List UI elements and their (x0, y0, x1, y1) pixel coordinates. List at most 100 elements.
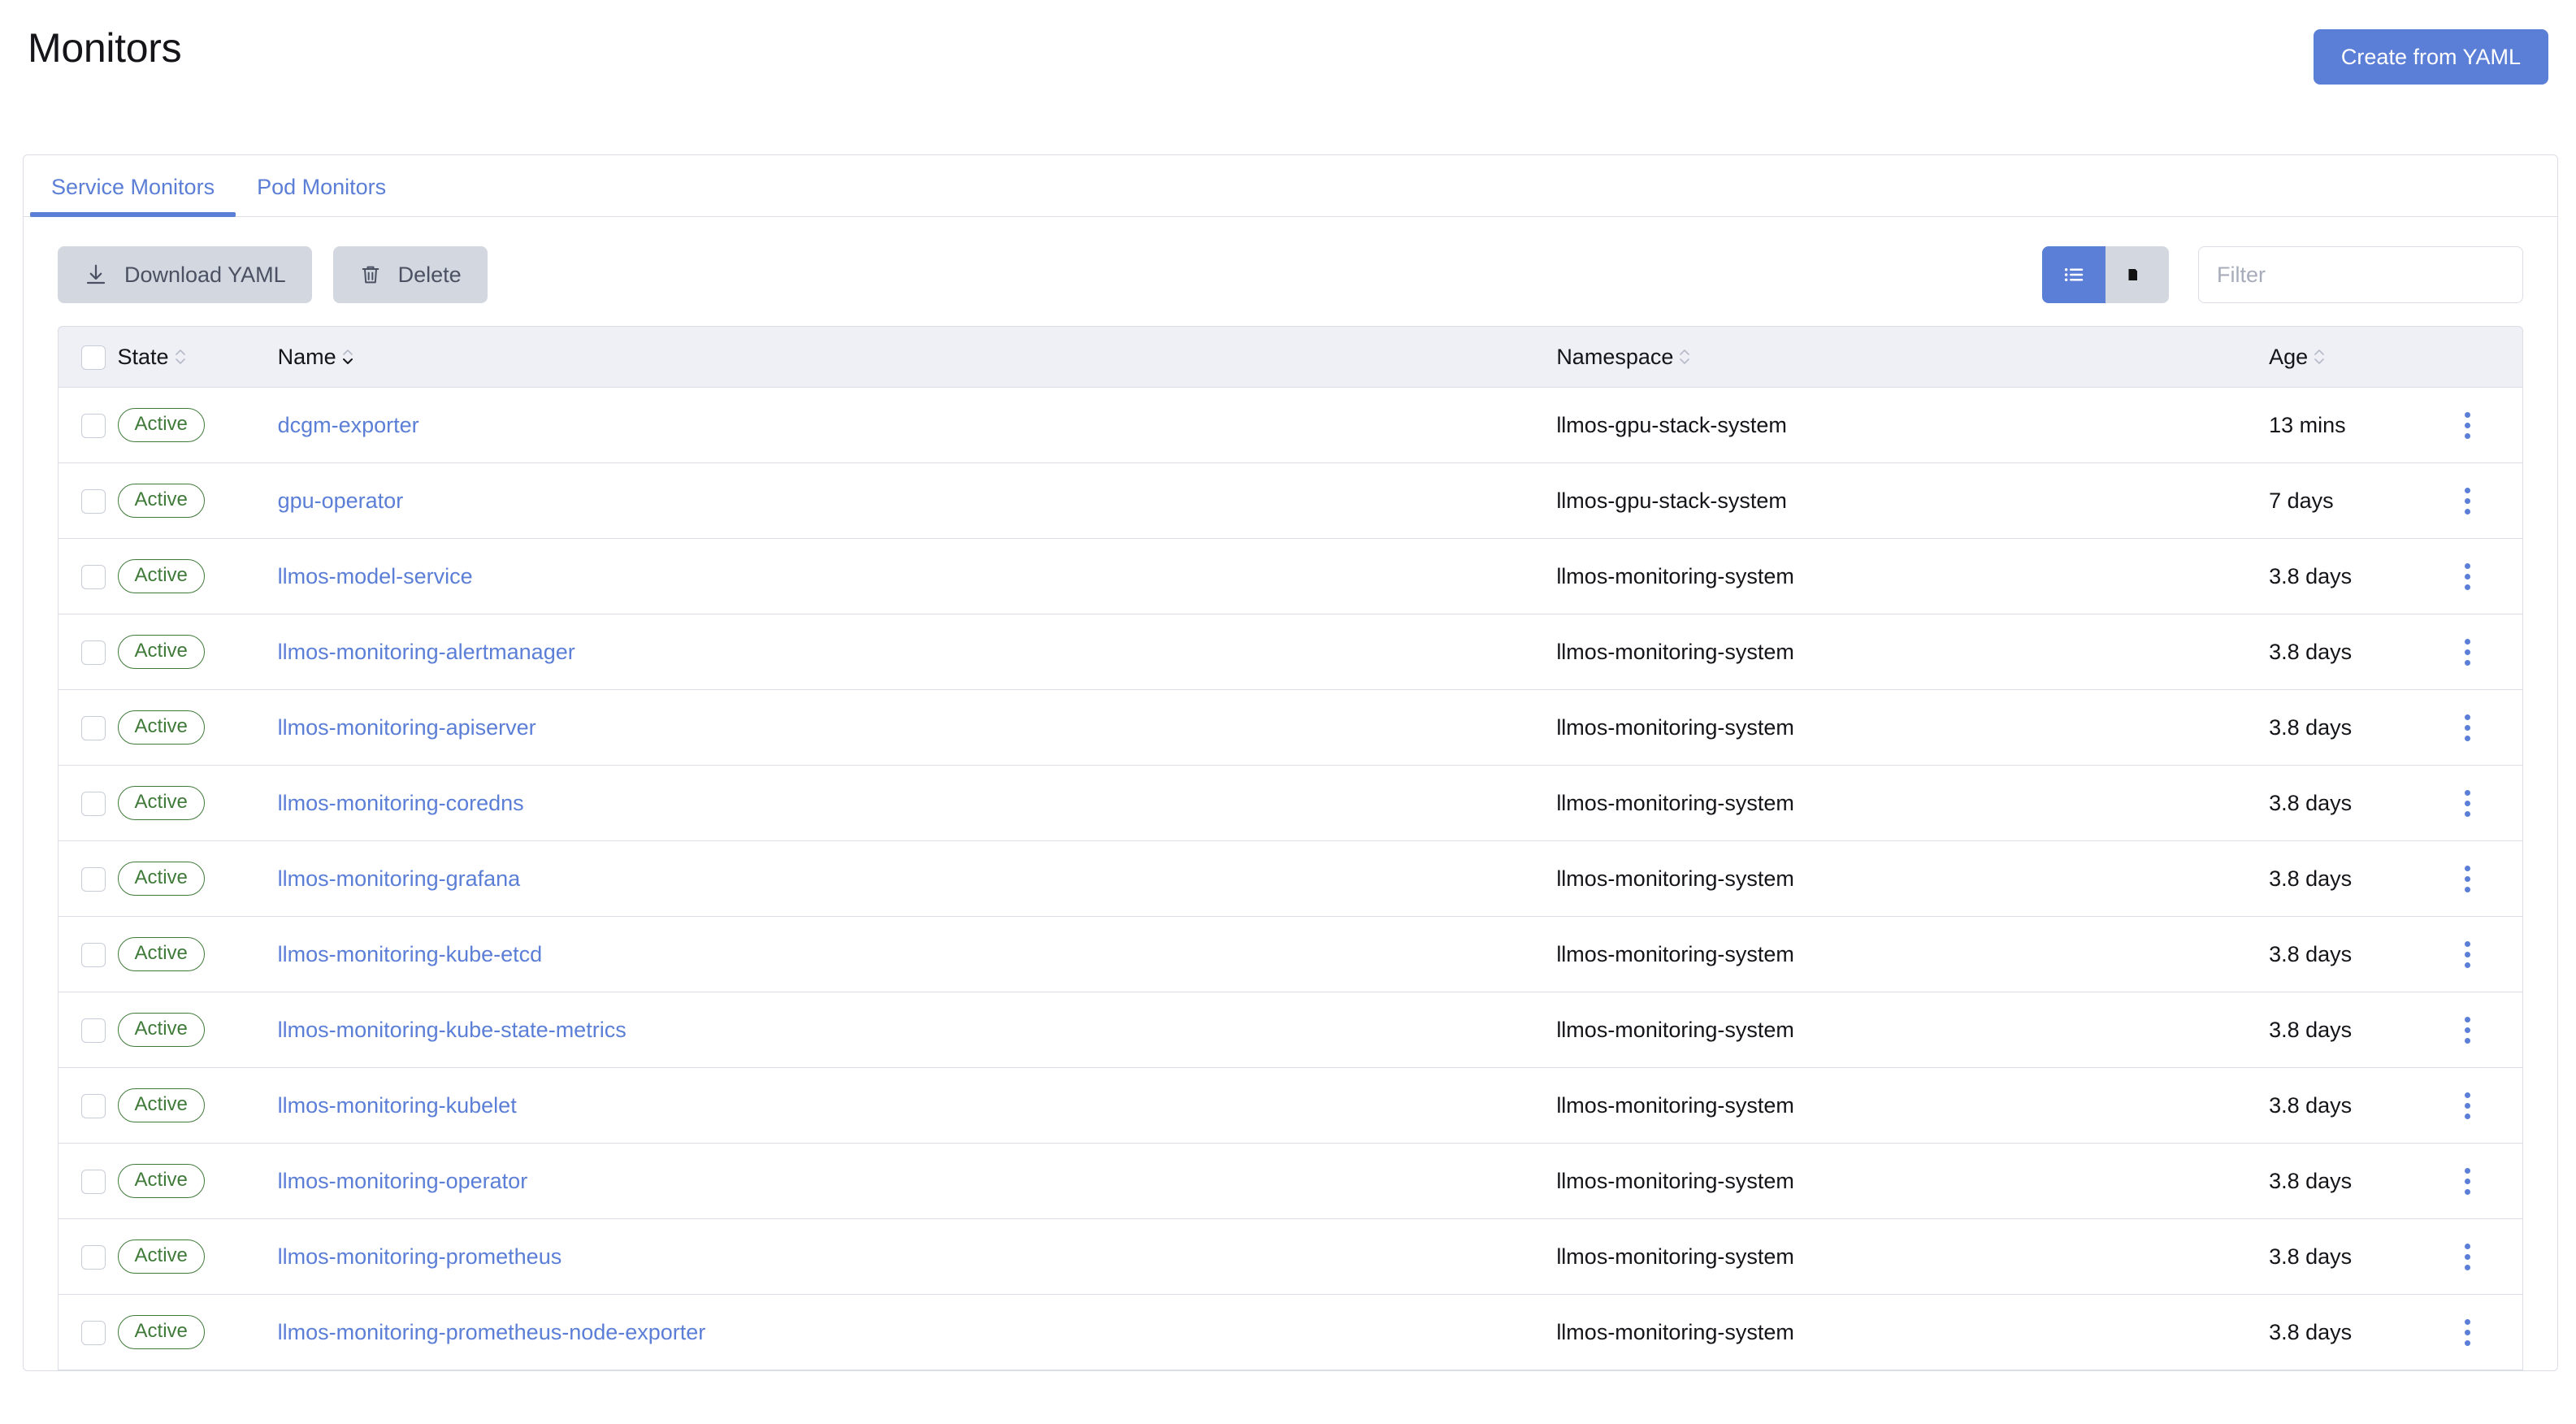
list-view-icon[interactable] (2042, 246, 2105, 303)
tab-pod-monitors[interactable]: Pod Monitors (236, 175, 407, 216)
monitors-table: State Name Namespace Age Active dcgm-exp… (58, 326, 2523, 1370)
monitor-name-link[interactable]: dcgm-exporter (278, 413, 419, 437)
row-actions-menu-icon[interactable] (2428, 562, 2522, 590)
table-row[interactable]: Active llmos-model-service llmos-monitorin… (58, 539, 2523, 614)
row-namespace-cell: llmos-monitoring-system (1556, 539, 2270, 614)
sort-icon-namespace[interactable] (1678, 348, 1691, 366)
row-checkbox[interactable] (81, 942, 106, 967)
delete-button[interactable]: Delete (332, 246, 488, 303)
row-age-cell: 3.8 days (2269, 992, 2428, 1068)
row-actions-menu-icon[interactable] (2428, 1318, 2522, 1346)
row-namespace-cell: llmos-monitoring-system (1556, 766, 2270, 841)
monitor-name-link[interactable]: llmos-monitoring-operator (278, 1169, 528, 1193)
monitor-name-link[interactable]: gpu-operator (278, 488, 404, 513)
row-name-cell: llmos-monitoring-prometheus-node-exporte… (277, 1295, 1557, 1370)
row-checkbox[interactable] (81, 564, 106, 589)
row-checkbox[interactable] (81, 715, 106, 740)
status-badge: Active (117, 1013, 205, 1047)
table-row[interactable]: Active llmos-monitoring-alertmanager llmos… (58, 614, 2523, 690)
row-state-cell: Active (117, 917, 278, 992)
table-row[interactable]: Active llmos-monitoring-coredns llmos-moni… (58, 766, 2523, 841)
row-checkbox[interactable] (81, 413, 106, 438)
row-checkbox[interactable] (81, 791, 106, 816)
filter-input[interactable] (2198, 246, 2523, 303)
table-header-row: State Name Namespace Age (58, 326, 2523, 388)
row-actions-cell (2427, 463, 2523, 539)
table-head: State Name Namespace Age (58, 326, 2523, 388)
row-actions-menu-icon[interactable] (2428, 789, 2522, 817)
monitor-name-link[interactable]: llmos-monitoring-kube-state-metrics (278, 1018, 627, 1042)
table-row[interactable]: Active llmos-monitoring-prometheus llmos-m… (58, 1219, 2523, 1295)
row-age-cell: 3.8 days (2269, 539, 2428, 614)
table-row[interactable]: Active llmos-monitoring-prometheus-node-e… (58, 1295, 2523, 1370)
row-checkbox[interactable] (81, 1169, 106, 1194)
select-all-checkbox[interactable] (81, 345, 106, 370)
sort-icon-state[interactable] (174, 348, 187, 366)
view-toggle-group (2042, 246, 2169, 303)
row-actions-menu-icon[interactable] (2428, 1167, 2522, 1195)
monitor-name-link[interactable]: llmos-monitoring-kube-etcd (278, 942, 543, 966)
row-actions-menu-icon[interactable] (2428, 865, 2522, 892)
table-row[interactable]: Active llmos-monitoring-grafana llmos-moni… (58, 841, 2523, 917)
table-row[interactable]: Active llmos-monitoring-operator llmos-mon… (58, 1144, 2523, 1219)
sort-icon-age[interactable] (2313, 348, 2326, 366)
monitor-name-link[interactable]: llmos-monitoring-apiserver (278, 715, 536, 740)
row-checkbox[interactable] (81, 488, 106, 514)
row-checkbox[interactable] (81, 1320, 106, 1345)
row-actions-cell (2427, 1068, 2523, 1144)
monitor-name-link[interactable]: llmos-monitoring-prometheus-node-exporte… (278, 1320, 706, 1344)
column-header-namespace[interactable]: Namespace (1556, 326, 2270, 388)
row-age-cell: 3.8 days (2269, 1144, 2428, 1219)
row-checkbox[interactable] (81, 640, 106, 665)
row-checkbox[interactable] (81, 1244, 106, 1270)
column-header-age[interactable]: Age (2269, 326, 2428, 388)
row-actions-menu-icon[interactable] (2428, 1243, 2522, 1270)
row-checkbox[interactable] (81, 1093, 106, 1118)
monitor-name-link[interactable]: llmos-monitoring-prometheus (278, 1244, 562, 1269)
monitor-name-link[interactable]: llmos-monitoring-kubelet (278, 1093, 517, 1118)
row-actions-menu-icon[interactable] (2428, 411, 2522, 439)
table-row[interactable]: Active gpu-operator llmos-gpu-stack-system… (58, 463, 2523, 539)
row-actions-menu-icon[interactable] (2428, 1016, 2522, 1044)
column-header-state[interactable]: State (117, 326, 278, 388)
row-checkbox[interactable] (81, 866, 106, 892)
create-from-yaml-button[interactable]: Create from YAML (2313, 29, 2548, 85)
table-row[interactable]: Active llmos-monitoring-kube-etcd llmos-mo… (58, 917, 2523, 992)
row-name-cell: llmos-monitoring-kubelet (277, 1068, 1557, 1144)
row-age-cell: 3.8 days (2269, 614, 2428, 690)
table-row[interactable]: Active dcgm-exporter llmos-gpu-stack-syste… (58, 388, 2523, 463)
row-actions-menu-icon[interactable] (2428, 1092, 2522, 1119)
row-actions-menu-icon[interactable] (2428, 638, 2522, 666)
monitor-name-link[interactable]: llmos-monitoring-alertmanager (278, 640, 575, 664)
tab-service-monitors[interactable]: Service Monitors (30, 175, 236, 217)
column-header-state-label: State (117, 344, 169, 369)
row-name-cell: llmos-model-service (277, 539, 1557, 614)
monitor-name-link[interactable]: llmos-monitoring-coredns (278, 791, 524, 815)
table-body: Active dcgm-exporter llmos-gpu-stack-syste… (58, 388, 2523, 1370)
download-yaml-button[interactable]: Download YAML (58, 246, 312, 303)
status-badge: Active (117, 1315, 205, 1349)
table-row[interactable]: Active llmos-monitoring-kubelet llmos-moni… (58, 1068, 2523, 1144)
sort-icon-name[interactable] (341, 348, 354, 366)
row-checkbox[interactable] (81, 1018, 106, 1043)
delete-label: Delete (397, 262, 462, 287)
table-toolbar: Download YAML Delete (24, 217, 2557, 326)
row-name-cell: llmos-monitoring-grafana (277, 841, 1557, 917)
row-name-cell: llmos-monitoring-operator (277, 1144, 1557, 1219)
row-actions-menu-icon[interactable] (2428, 487, 2522, 514)
row-namespace-cell: llmos-monitoring-system (1556, 992, 2270, 1068)
table-row[interactable]: Active llmos-monitoring-kube-state-metric… (58, 992, 2523, 1068)
download-yaml-label: Download YAML (124, 262, 286, 287)
row-state-cell: Active (117, 1068, 278, 1144)
monitor-name-link[interactable]: llmos-monitoring-grafana (278, 866, 521, 891)
toolbar-actions: Download YAML Delete (58, 246, 488, 303)
row-namespace-cell: llmos-monitoring-system (1556, 1068, 2270, 1144)
monitor-name-link[interactable]: llmos-model-service (278, 564, 473, 588)
row-actions-menu-icon[interactable] (2428, 714, 2522, 741)
column-header-name[interactable]: Name (277, 326, 1557, 388)
table-row[interactable]: Active llmos-monitoring-apiserver llmos-mo… (58, 690, 2523, 766)
row-actions-menu-icon[interactable] (2428, 940, 2522, 968)
row-select-cell (58, 388, 118, 463)
row-namespace-cell: llmos-monitoring-system (1556, 1295, 2270, 1370)
folder-view-icon[interactable] (2105, 246, 2169, 303)
